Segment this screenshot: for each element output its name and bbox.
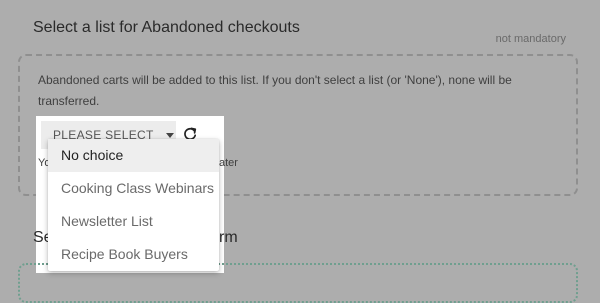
dropdown-option-cooking-class-webinars[interactable]: Cooking Class Webinars [48, 172, 219, 205]
not-mandatory-label: not mandatory [495, 33, 566, 45]
section-title: Select a list for Abandoned checkouts [33, 19, 300, 36]
caret-down-icon [165, 132, 174, 138]
list-dropdown-menu: No choice Cooking Class Webinars Newslet… [48, 139, 219, 271]
dropdown-option-recipe-book-buyers[interactable]: Recipe Book Buyers [48, 238, 219, 271]
dropdown-option-no-choice[interactable]: No choice [48, 139, 219, 172]
next-section-title-end: rm [219, 229, 238, 246]
select-help-text-end: ater [219, 157, 238, 169]
dropdown-option-newsletter-list[interactable]: Newsletter List [48, 205, 219, 238]
section-description: Abandoned carts will be added to this li… [38, 73, 512, 108]
